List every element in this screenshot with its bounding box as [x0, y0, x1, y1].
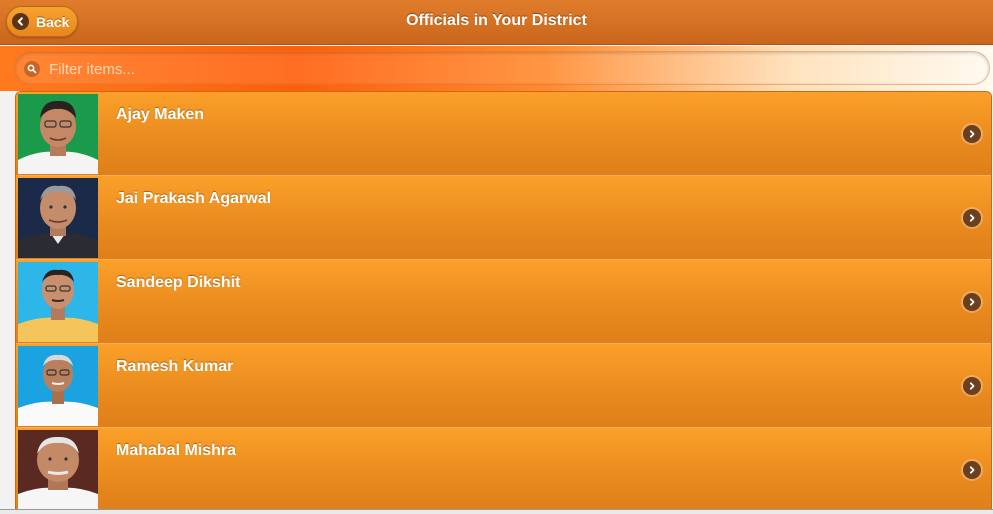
list-item[interactable]: Mahabal Mishra — [16, 428, 991, 512]
filter-bar — [0, 46, 993, 91]
header-bar: Back Officials in Your District — [0, 0, 993, 45]
official-photo — [18, 178, 98, 258]
list-item[interactable]: Ajay Maken — [16, 92, 991, 176]
officials-list: Ajay Maken Jai Prakash Agarwal Sandeep D… — [15, 91, 992, 513]
chevron-right-icon — [963, 125, 981, 143]
official-photo — [18, 430, 98, 510]
chevron-right-icon — [963, 461, 981, 479]
official-name: Jai Prakash Agarwal — [116, 190, 272, 207]
official-name: Sandeep Dikshit — [116, 274, 241, 291]
official-name: Mahabal Mishra — [116, 442, 237, 459]
search-icon — [24, 61, 40, 77]
official-photo — [18, 262, 98, 342]
official-name: Ramesh Kumar — [116, 358, 234, 375]
official-photo — [18, 94, 98, 174]
chevron-right-icon — [963, 293, 981, 311]
page-title: Officials in Your District — [406, 12, 587, 29]
filter-field — [14, 51, 990, 85]
filter-input[interactable] — [47, 58, 951, 80]
chevron-right-icon — [963, 377, 981, 395]
chevron-right-icon — [963, 209, 981, 227]
bottom-tab-strip — [0, 509, 993, 514]
list-item[interactable]: Jai Prakash Agarwal — [16, 176, 991, 260]
official-name: Ajay Maken — [116, 106, 205, 123]
official-photo — [18, 346, 98, 426]
list-item[interactable]: Sandeep Dikshit — [16, 260, 991, 344]
list-item[interactable]: Ramesh Kumar — [16, 344, 991, 428]
